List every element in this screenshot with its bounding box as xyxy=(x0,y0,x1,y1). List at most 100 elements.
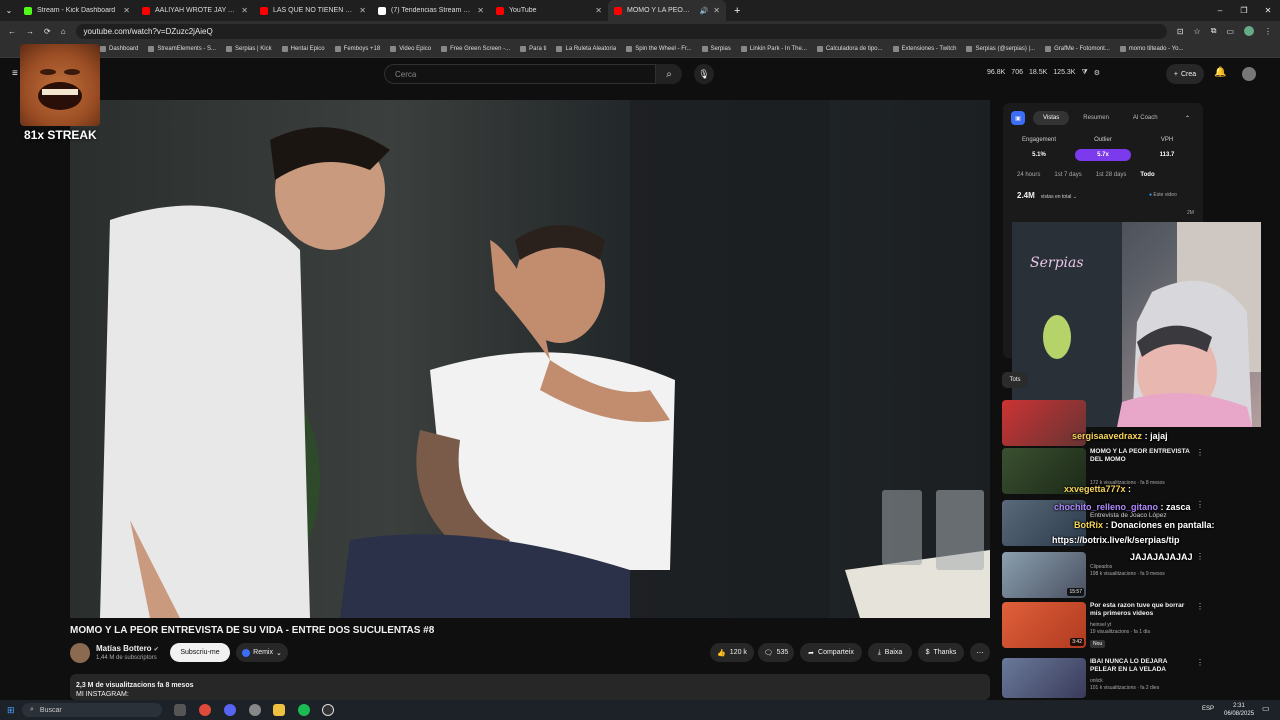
obs-icon[interactable] xyxy=(322,704,334,716)
audio-icon[interactable]: 🔊 xyxy=(700,7,709,15)
bookmark-item[interactable]: GrafMe - Fotomont... xyxy=(1045,46,1110,52)
forward-icon[interactable]: → xyxy=(26,27,34,36)
url-field[interactable]: youtube.com/watch?v=DZuzc2jAieQ xyxy=(75,23,1167,39)
notification-center-icon[interactable]: ▭ xyxy=(1262,704,1270,713)
file-explorer-icon[interactable] xyxy=(273,704,285,716)
account-avatar[interactable] xyxy=(1242,67,1256,81)
reload-icon[interactable]: ⟳ xyxy=(44,27,51,36)
close-tab-icon[interactable]: ✕ xyxy=(241,6,248,15)
close-window-icon[interactable]: ✕ xyxy=(1256,6,1280,15)
recommendation-item[interactable]: 3:42 Por esta razon tuve que borrar mis … xyxy=(1002,602,1204,648)
bookmark-item[interactable]: Spin the Wheel - Fr... xyxy=(626,46,692,52)
close-tab-icon[interactable]: ✕ xyxy=(123,6,130,15)
new-tab-icon[interactable]: + xyxy=(726,5,748,17)
range-7d[interactable]: 1st 7 days xyxy=(1054,172,1081,178)
collapse-icon[interactable]: ⌃ xyxy=(1185,115,1190,122)
app-icon[interactable] xyxy=(249,704,261,716)
language-indicator[interactable]: ESP xyxy=(1202,706,1214,712)
share-button[interactable]: ➦ Comparteix xyxy=(800,643,862,662)
tab-vistas[interactable]: Vistas xyxy=(1033,111,1070,125)
comments-button[interactable]: 🗨 535 xyxy=(758,643,794,662)
maximize-icon[interactable]: ❐ xyxy=(1232,6,1256,15)
minimize-icon[interactable]: – xyxy=(1208,6,1232,15)
bookmark-item[interactable]: Video Epico xyxy=(390,46,431,52)
taskbar-search[interactable]: ⌕ Buscar xyxy=(22,703,162,717)
channel-avatar[interactable] xyxy=(70,643,90,663)
search-input[interactable]: Cerca xyxy=(384,64,656,84)
thanks-button[interactable]: $ Thanks xyxy=(918,643,964,662)
browser-tab[interactable]: AALIYAH WROTE JAY AN APOL ✕ xyxy=(136,0,254,21)
bookmark-item[interactable]: Serpias (@serpias) |... xyxy=(966,46,1035,52)
close-tab-icon[interactable]: ✕ xyxy=(477,6,484,15)
remix-button[interactable]: Remix ⌄ xyxy=(236,643,288,662)
notifications-bell-icon[interactable]: 🔔 xyxy=(1214,67,1226,78)
tab-menu-icon[interactable]: ⌄ xyxy=(0,6,18,15)
browser-tab[interactable]: LAS QUE NO TIENEN PAPÁ - D ✕ xyxy=(254,0,372,21)
video-player[interactable] xyxy=(70,100,990,618)
hamburger-menu-icon[interactable]: ≡ xyxy=(12,68,18,79)
tab-resumen[interactable]: Resumen xyxy=(1073,111,1119,125)
bookmark-item[interactable]: StreamElements - S... xyxy=(148,46,216,52)
bookmark-item[interactable]: Dashboard xyxy=(100,46,138,52)
more-icon[interactable]: ⋮ xyxy=(1196,448,1204,457)
browser-tab[interactable]: Stream - Kick Dashboard ✕ xyxy=(18,0,136,21)
range-24h[interactable]: 24 hours xyxy=(1017,172,1040,178)
windows-start-icon[interactable]: ⊞ xyxy=(7,705,15,716)
more-icon[interactable]: ⋮ xyxy=(1196,500,1204,509)
bookmark-item[interactable]: Calculadora de tipo... xyxy=(816,46,883,52)
bookmark-item[interactable]: Hentai Epico xyxy=(281,46,325,52)
more-icon[interactable]: ⋮ xyxy=(1196,552,1204,561)
bookmark-item[interactable]: Free Green Screen -... xyxy=(441,46,510,52)
create-button[interactable]: + Crea xyxy=(1166,64,1204,84)
close-tab-icon[interactable]: ✕ xyxy=(595,6,602,15)
more-actions-button[interactable]: ⋯ xyxy=(970,643,990,662)
verified-icon: ✔ xyxy=(153,647,159,653)
range-28d[interactable]: 1st 28 days xyxy=(1096,172,1127,178)
bookmark-item[interactable]: momo tilteado - Yo... xyxy=(1119,46,1184,52)
search-button[interactable]: ⌕ xyxy=(656,64,682,84)
recommendation-item[interactable]: IBAI NUNCA LO DEJARA PELEAR EN LA VELADA… xyxy=(1002,658,1204,698)
channel-name[interactable]: Matías Bottero ✔ xyxy=(96,644,159,653)
close-tab-icon[interactable]: ✕ xyxy=(359,6,366,15)
address-bar: ← → ⟳ ⌂ youtube.com/watch?v=DZuzc2jAieQ … xyxy=(0,21,1280,41)
spotify-icon[interactable] xyxy=(298,704,310,716)
chrome-icon[interactable] xyxy=(199,704,211,716)
profile-avatar[interactable] xyxy=(1244,26,1254,36)
browser-tab-active[interactable]: MOMO Y LA PEOR ENTREVI 🔊 ✕ xyxy=(608,0,726,21)
browser-tab[interactable]: (7) Tendencias Stream en X: ✕ xyxy=(372,0,490,21)
system-clock[interactable]: 2:31 06/08/2025 xyxy=(1224,702,1254,718)
description-box[interactable]: 2,3 M de visualitzacions fa 8 mesos MI I… xyxy=(70,674,990,700)
install-icon[interactable]: ⊡ xyxy=(1177,27,1184,36)
sidebar-icon[interactable]: ▭ xyxy=(1226,27,1234,36)
bookmark-star-icon[interactable]: ☆ xyxy=(1194,27,1201,36)
more-icon[interactable]: ⋮ xyxy=(1196,658,1204,667)
task-view-icon[interactable] xyxy=(174,704,186,716)
bookmark-item[interactable]: Serpias | Kick xyxy=(226,46,272,52)
like-button[interactable]: 👍 120 k xyxy=(710,643,754,662)
filter-chip-all[interactable]: Tots xyxy=(1002,372,1028,388)
browser-tab[interactable]: YouTube ✕ xyxy=(490,0,608,21)
discord-icon[interactable] xyxy=(224,704,236,716)
bookmark-item[interactable]: Para ti xyxy=(520,46,546,52)
tab-ai-coach[interactable]: AI Coach xyxy=(1123,111,1168,125)
filter-icon[interactable]: ⧩ xyxy=(1081,69,1087,77)
browser-menu-icon[interactable]: ⋮ xyxy=(1264,27,1272,36)
range-all[interactable]: Todo xyxy=(1140,172,1154,178)
voice-search-button[interactable]: 🎙 xyxy=(694,64,714,84)
home-icon[interactable]: ⌂ xyxy=(61,27,66,36)
more-icon[interactable]: ⋮ xyxy=(1196,602,1204,611)
download-button[interactable]: ⤓ Baixa xyxy=(868,643,912,662)
extensions-icon[interactable]: ⧉ xyxy=(1211,26,1217,36)
total-views-label[interactable]: vistas en total ⌄ xyxy=(1041,194,1077,200)
youtube-icon xyxy=(260,6,268,15)
close-tab-icon[interactable]: ✕ xyxy=(713,6,720,15)
settings-icon[interactable]: ⚙ xyxy=(1094,69,1100,77)
bookmark-item[interactable]: Extensiones - Twitch xyxy=(892,46,956,52)
subscribe-button[interactable]: Subscriu-me xyxy=(170,643,230,662)
bookmark-item[interactable]: Femboys +18 xyxy=(334,46,380,52)
recommendation-title: Entrevista de Joaco López xyxy=(1090,512,1167,519)
back-icon[interactable]: ← xyxy=(8,27,16,36)
bookmark-item[interactable]: Linkin Park - In The... xyxy=(740,46,807,52)
bookmark-item[interactable]: Serpias xyxy=(701,46,731,52)
bookmark-item[interactable]: La Ruleta Aleatoria xyxy=(556,46,616,52)
